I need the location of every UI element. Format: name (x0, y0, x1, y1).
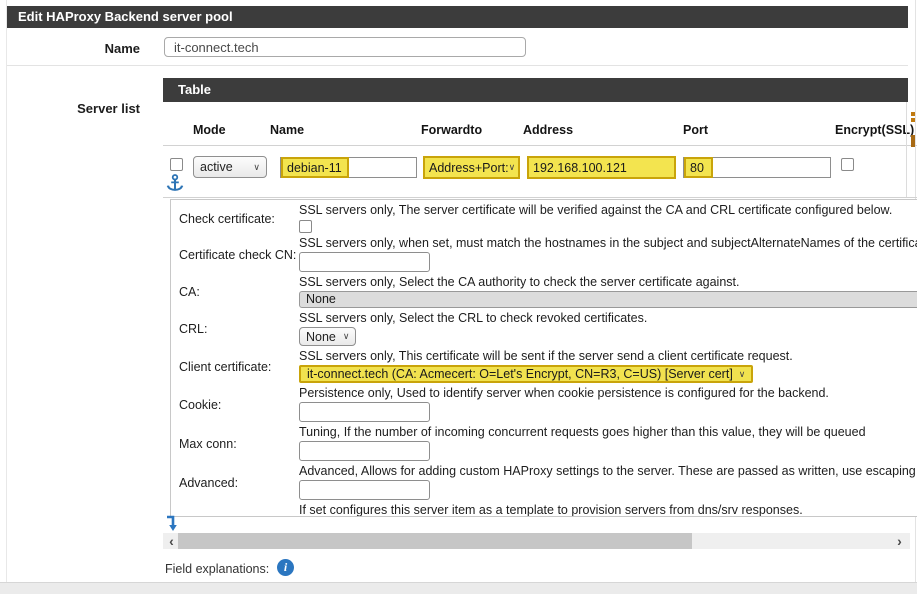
field-row-advanced: Advanced: Advanced, Allows for adding cu… (171, 463, 917, 502)
field-label: DNS template count: (171, 502, 299, 517)
anchor-icon[interactable] (166, 174, 186, 194)
server-name-input[interactable]: debian-11 (280, 157, 417, 178)
max-conn-input[interactable] (299, 441, 430, 461)
server-detail-panel: Check certificate: SSL servers only, The… (170, 199, 917, 517)
column-header-encrypt: Encrypt(SSL) (835, 123, 914, 137)
highlight-address: 192.168.100.121 (533, 161, 627, 175)
move-down-icon[interactable] (164, 515, 179, 532)
server-table: Table Mode Name Forwardto Address Port E… (163, 78, 917, 549)
field-row-dns-template-count: DNS template count: If set configures th… (171, 502, 917, 517)
field-description: Advanced, Allows for adding custom HAPro… (299, 464, 917, 479)
server-row-divider (163, 197, 917, 198)
certificate-check-cn-input[interactable] (299, 252, 430, 272)
field-description: SSL servers only, Select the CRL to chec… (299, 311, 917, 326)
field-label: CRL: (171, 310, 299, 348)
column-header-port: Port (683, 123, 708, 137)
column-header-forwardto: Forwardto (421, 123, 482, 137)
field-description: SSL servers only, This certificate will … (299, 349, 917, 364)
field-label: Certificate check CN: (171, 235, 299, 274)
crl-select[interactable]: None ∨ (299, 327, 356, 346)
page-left-border (6, 0, 7, 582)
forwardto-select[interactable]: Address+Port: ∨ (423, 156, 520, 179)
field-description: SSL servers only, The server certificate… (299, 203, 917, 218)
highlight-server-name: debian-11 (281, 157, 349, 178)
address-input[interactable]: 192.168.100.121 (527, 156, 676, 179)
field-description: SSL servers only, when set, must match t… (299, 236, 917, 251)
cookie-input[interactable] (299, 402, 430, 422)
client-certificate-select[interactable]: it-connect.tech (CA: Acmecert: O=Let's E… (299, 365, 753, 383)
table-title: Table (163, 78, 908, 102)
field-row-client-certificate: Client certificate: SSL servers only, Th… (171, 348, 917, 385)
field-label: Cookie: (171, 385, 299, 424)
row-select-checkbox[interactable] (170, 158, 183, 171)
horizontal-scrollbar[interactable]: ‹ › (163, 533, 910, 549)
mode-select-value: active (200, 160, 233, 174)
field-description: If set configures this server item as a … (299, 503, 917, 517)
field-label: Max conn: (171, 424, 299, 463)
chevron-down-icon: ∨ (253, 162, 260, 173)
info-icon[interactable]: i (277, 559, 294, 576)
field-row-certificate-check-cn: Certificate check CN: SSL servers only, … (171, 235, 917, 274)
field-description: Tuning, If the number of incoming concur… (299, 425, 917, 440)
field-label: Check certificate: (171, 202, 299, 235)
check-certificate-checkbox[interactable] (299, 220, 312, 233)
header-row-divider (163, 145, 917, 146)
mode-select[interactable]: active ∨ (193, 156, 267, 178)
column-header-address: Address (523, 123, 573, 137)
field-description: Persistence only, Used to identify serve… (299, 386, 917, 401)
scrollbar-thumb[interactable] (178, 533, 692, 549)
chevron-down-icon: ∨ (739, 369, 746, 380)
page-title: Edit HAProxy Backend server pool (7, 6, 908, 28)
clipped-column-fragment (911, 135, 915, 147)
encrypt-ssl-checkbox[interactable] (841, 158, 854, 171)
clipped-column-fragment (911, 118, 915, 122)
ca-select[interactable]: None (299, 291, 917, 308)
field-row-max-conn: Max conn: Tuning, If the number of incom… (171, 424, 917, 463)
clipped-column-fragment (911, 112, 915, 116)
field-explanations-label: Field explanations: (165, 562, 269, 576)
field-row-check-certificate: Check certificate: SSL servers only, The… (171, 202, 917, 235)
server-list-label: Server list (0, 101, 140, 116)
advanced-input[interactable] (299, 480, 430, 500)
field-label: Advanced: (171, 463, 299, 502)
highlight-port: 80 (684, 157, 713, 178)
column-header-mode: Mode (193, 123, 226, 137)
field-row-ca: CA: SSL servers only, Select the CA auth… (171, 274, 917, 310)
crl-select-value: None (306, 330, 336, 344)
forwardto-select-value: Address+Port: (429, 161, 509, 175)
scroll-right-icon[interactable]: › (893, 533, 906, 549)
field-label: CA: (171, 274, 299, 310)
chevron-down-icon: ∨ (343, 331, 350, 342)
field-label: Client certificate: (171, 348, 299, 385)
chevron-down-icon: ∨ (509, 162, 516, 173)
field-description: SSL servers only, Select the CA authorit… (299, 275, 917, 290)
port-input[interactable]: 80 (683, 157, 831, 178)
field-row-crl: CRL: SSL servers only, Select the CRL to… (171, 310, 917, 348)
name-field-label: Name (0, 41, 140, 56)
page-bottom-strip (0, 582, 917, 594)
field-row-cookie: Cookie: Persistence only, Used to identi… (171, 385, 917, 424)
name-input[interactable] (164, 37, 526, 57)
clipped-column-divider (906, 102, 907, 197)
scroll-left-icon[interactable]: ‹ (165, 533, 178, 549)
column-header-name: Name (270, 123, 304, 137)
section-divider (7, 65, 908, 66)
client-certificate-value: it-connect.tech (CA: Acmecert: O=Let's E… (307, 367, 733, 381)
